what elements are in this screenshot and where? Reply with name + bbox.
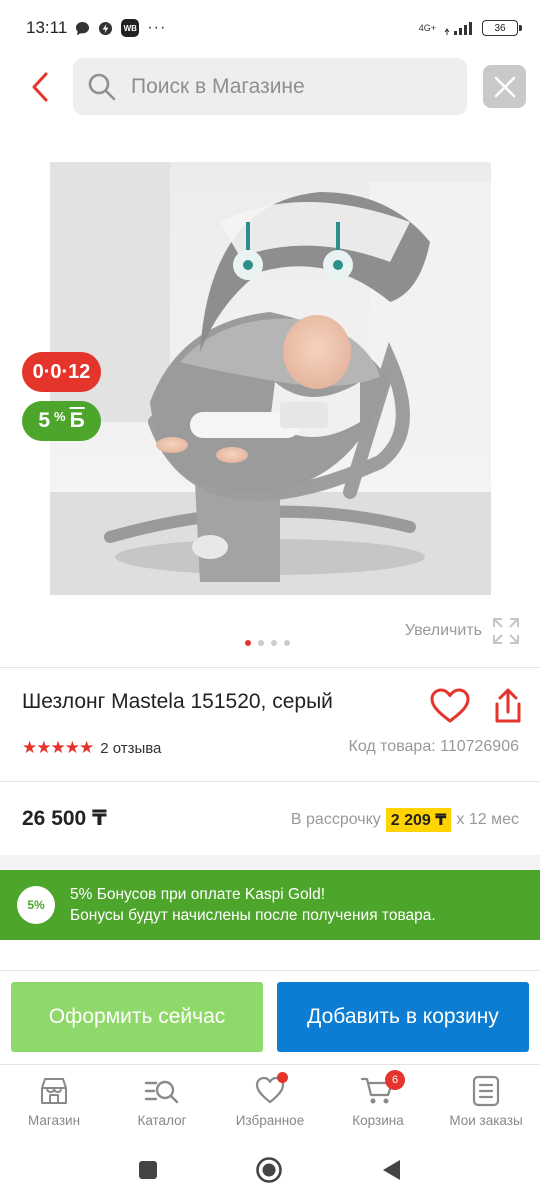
search-input[interactable] (131, 74, 431, 99)
product-price: 26 500 ₸ (22, 807, 107, 830)
gallery-dot[interactable] (258, 640, 264, 646)
promo-line-1: 5% Бонусов при оплате Kaspi Gold! (70, 886, 326, 903)
section-gap (0, 940, 540, 970)
home-icon[interactable] (255, 1156, 283, 1184)
tab-label: Корзина (352, 1113, 404, 1128)
bonus-badge-letter: Б (69, 409, 85, 432)
favorites-indicator-dot (277, 1072, 288, 1083)
tab-label: Каталог (137, 1113, 187, 1128)
bonus-promo-banner[interactable]: 5% 5% Бонусов при оплате Kaspi Gold! Бон… (0, 870, 540, 940)
system-nav-bar (0, 1140, 540, 1200)
tab-cart[interactable]: 6 Корзина (324, 1065, 432, 1140)
status-bar: 13:11 WB ··· 4G+ 36 (0, 0, 540, 56)
back-button[interactable] (24, 68, 56, 106)
tab-orders[interactable]: Мои заказы (432, 1065, 540, 1140)
timer-badge: 0·0·12 (22, 352, 101, 392)
divider (0, 667, 540, 668)
divider (0, 970, 540, 971)
bonus-badge-sup: % (54, 408, 66, 424)
shop-icon (41, 1078, 67, 1104)
gallery-dot[interactable] (271, 640, 277, 646)
baby-bouncer-illustration (50, 162, 491, 595)
network-label: 4G+ (418, 22, 436, 33)
product-sku: Код товара: 110726906 (348, 738, 520, 755)
promo-text: 5% Бонусов при оплате Kaspi Gold! Бонусы… (70, 884, 436, 926)
heart-outline-icon (430, 688, 470, 723)
tab-shop[interactable]: Магазин (0, 1065, 108, 1140)
title-row: Шезлонг Mastela 151520, серый (22, 690, 333, 714)
product-image[interactable] (50, 162, 491, 595)
cart-count-badge: 6 (385, 1070, 405, 1090)
section-gap (0, 855, 540, 870)
share-button[interactable] (494, 688, 522, 724)
status-time: 13:11 (26, 18, 68, 37)
status-left: 13:11 WB ··· (26, 18, 166, 38)
tab-label: Магазин (27, 1113, 81, 1128)
star-rating-icon: ★★★★★ (22, 738, 94, 757)
installment-prefix: В рассрочку (290, 811, 381, 828)
divider (0, 781, 540, 782)
installment-suffix: х 12 мес (456, 811, 519, 828)
favorite-button[interactable] (430, 688, 470, 724)
clear-search-button[interactable] (483, 65, 526, 108)
more-notifications-icon: ··· (147, 19, 167, 36)
tab-label: Избранное (235, 1113, 305, 1128)
battery-icon: 36 (482, 20, 522, 36)
search-box[interactable] (73, 58, 467, 115)
recent-apps-icon[interactable] (138, 1160, 158, 1180)
bonus-badge-percent: 5 (38, 409, 51, 432)
installment-amount: 2 209 ₸ (385, 808, 452, 832)
tab-catalog[interactable]: Каталог (108, 1065, 216, 1140)
promo-badge: 5% (17, 886, 55, 924)
expand-icon (493, 618, 519, 644)
search-header (0, 58, 540, 116)
tab-favorites[interactable]: Избранное (216, 1065, 324, 1140)
search-icon (88, 73, 116, 100)
checkout-now-button[interactable]: Оформить сейчас (11, 982, 263, 1052)
zoom-button[interactable]: Увеличить (405, 617, 520, 645)
tab-label: Мои заказы (449, 1113, 523, 1128)
zoom-label: Увеличить (404, 622, 482, 639)
chat-icon (75, 21, 90, 36)
bottom-tab-bar: Магазин Каталог Избранное 6 Корзина Мои … (0, 1064, 540, 1140)
gallery-dots (245, 640, 290, 646)
gallery-dot[interactable] (245, 640, 251, 646)
promo-line-2: Бонусы будут начислены после получения т… (70, 907, 436, 924)
orders-icon (472, 1075, 500, 1107)
catalog-search-icon (144, 1080, 179, 1104)
bolt-shield-icon (98, 21, 113, 36)
reviews-count[interactable]: 2 отзыва (100, 740, 161, 757)
add-to-cart-button[interactable]: Добавить в корзину (277, 982, 529, 1052)
bonus-badge: 5% Б (22, 401, 101, 441)
gallery-dot[interactable] (284, 640, 290, 646)
rating-row[interactable]: ★★★★★ 2 отзыва (22, 738, 161, 758)
product-title: Шезлонг Mastela 151520, серый (22, 690, 333, 713)
close-icon (494, 76, 515, 97)
status-right: 4G+ 36 (418, 20, 522, 36)
wb-app-icon: WB (121, 19, 140, 37)
installment-info[interactable]: В рассрочку 2 209 ₸ х 12 мес (291, 808, 519, 832)
back-nav-icon[interactable] (380, 1158, 402, 1182)
share-icon (495, 688, 521, 723)
signal-icon (444, 21, 474, 35)
chevron-left-icon (32, 72, 48, 102)
